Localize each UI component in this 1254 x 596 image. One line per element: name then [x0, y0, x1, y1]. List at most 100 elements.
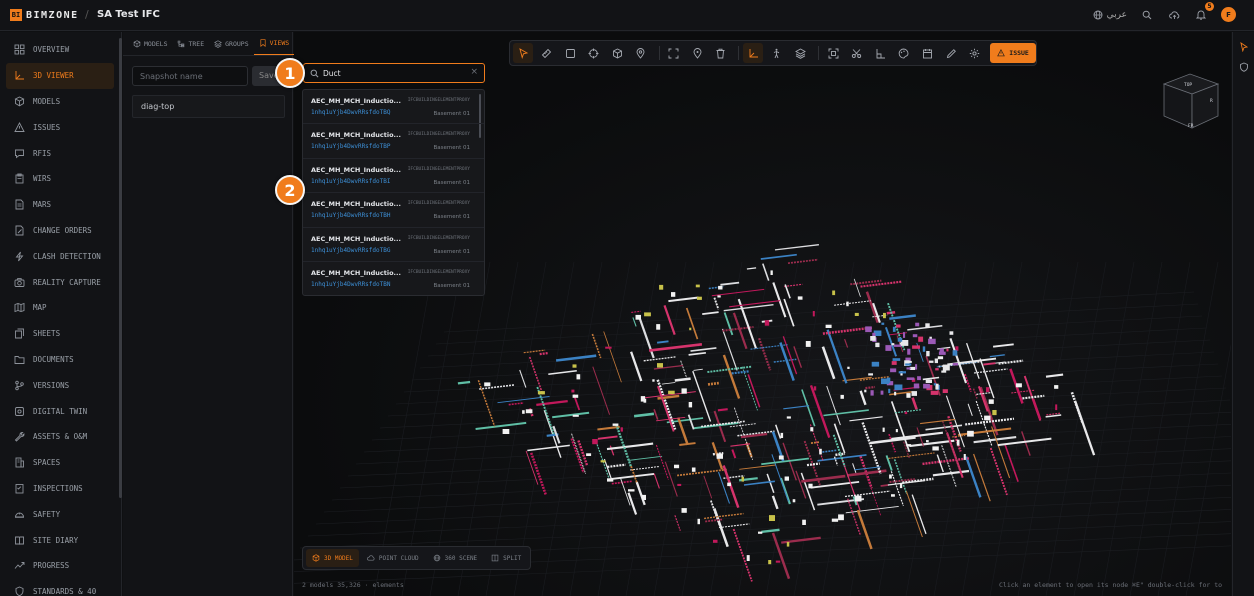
viewer-hint: Click an element to open its node ⌘E" do… — [999, 581, 1223, 589]
sidebar-scrollbar[interactable] — [119, 38, 122, 498]
search-icon[interactable] — [1140, 8, 1154, 22]
axis-tool-button[interactable] — [743, 43, 764, 63]
mode-split[interactable]: SPLIT — [485, 549, 527, 567]
sidebar-item-overview[interactable]: OVERVIEW — [6, 37, 114, 63]
viewcube-top-label[interactable]: TOP — [1184, 82, 1192, 88]
sidebar-item-label: CLASH DETECTION — [33, 251, 101, 261]
box-tool-button[interactable] — [560, 43, 580, 63]
trash-tool-button[interactable] — [711, 43, 731, 63]
clear-search-icon[interactable]: × — [470, 67, 478, 77]
location-icon — [693, 47, 702, 59]
sidebar-item-rfis[interactable]: RFIS — [6, 140, 114, 166]
search-result-item[interactable]: AEC_MH_MCH_Inductio... IFCBUILDINGELEMENT… — [303, 262, 484, 295]
search-result-item[interactable]: AEC_MH_MCH_Inductio... IFCBUILDINGELEMENT… — [303, 159, 484, 194]
walk-tool-button[interactable] — [767, 43, 787, 63]
sidebar-item-documents[interactable]: DOCUMENTS — [6, 347, 114, 373]
sidebar-item-reality-capture[interactable]: REALITY CAPTURE — [6, 269, 114, 295]
search-result-item[interactable]: AEC_MH_MCH_Inductio... IFCBUILDINGELEMENT… — [303, 193, 484, 228]
cloud-upload-icon[interactable] — [1167, 8, 1181, 22]
sidebar-item-site-diary[interactable]: SITE DIARY — [6, 527, 114, 553]
target-tool-button[interactable] — [584, 43, 604, 63]
sidebar-item-mars[interactable]: MARS — [6, 192, 114, 218]
search-result-item[interactable]: AEC_MH_MCH_Inductio... IFCBUILDINGELEMENT… — [303, 228, 484, 262]
sidebar-item-wirs[interactable]: WIRS — [6, 166, 114, 192]
search-result-item[interactable]: AEC_MH_MCH_Inductio... IFCBUILDINGELEMENT… — [303, 90, 484, 125]
cursor-icon[interactable] — [1237, 40, 1251, 54]
cube-tool-button[interactable] — [607, 43, 627, 63]
mode-label: 360 SCENE — [444, 554, 478, 562]
fullscreen-tool-button[interactable] — [823, 43, 843, 63]
bell-icon[interactable]: 5 — [1194, 1, 1214, 22]
building-icon — [15, 457, 24, 468]
element-search[interactable]: × — [303, 63, 485, 83]
avatar[interactable]: F — [1221, 7, 1236, 22]
sidebar-item-standards-and-40[interactable]: STANDARDS & 40 — [6, 579, 114, 596]
dimension-tool-button[interactable] — [870, 43, 890, 63]
create-issue-button[interactable]: ISSUE — [990, 43, 1036, 63]
sidebar-item-versions[interactable]: VERSIONS — [6, 372, 114, 398]
sidebar-item-safety[interactable]: SAFETY — [6, 501, 114, 527]
search-result-item[interactable]: AEC_MH_MCH_Inductio... IFCBUILDINGELEMENT… — [303, 124, 484, 159]
search-icon — [310, 69, 319, 78]
layers-icon — [214, 39, 223, 48]
tab-groups[interactable]: GROUPS — [209, 32, 253, 55]
right-rail — [1232, 32, 1254, 596]
sidebar-item-label: 3D VIEWER — [33, 71, 74, 81]
tab-models[interactable]: MODELS — [128, 32, 172, 55]
result-name: AEC_MH_MCH_Inductio... — [311, 165, 401, 174]
saved-view-item[interactable]: diag-top — [132, 95, 285, 118]
viewcube-right-label[interactable]: R — [1210, 98, 1213, 104]
view-cube[interactable]: TOP FR R — [1160, 70, 1224, 134]
sidebar-item-issues[interactable]: ISSUES — [6, 114, 114, 140]
calendar-tool-button[interactable] — [918, 43, 938, 63]
palette-tool-button[interactable] — [894, 43, 914, 63]
viewcube-front-label[interactable]: FR — [1188, 123, 1194, 129]
mode-3d-model[interactable]: 3D MODEL — [306, 549, 359, 567]
measure-tool-button[interactable] — [537, 43, 557, 63]
mode-point-cloud[interactable]: POINT CLOUD — [361, 549, 425, 567]
language-switch[interactable]: عربي — [1093, 10, 1127, 20]
gear-tool-button[interactable] — [965, 43, 985, 63]
sidebar-item-change-orders[interactable]: CHANGE ORDERS — [6, 218, 114, 244]
doc-icon — [15, 199, 24, 210]
project-name[interactable]: SA Test IFC — [97, 9, 160, 20]
branch-icon — [15, 380, 24, 390]
result-name: AEC_MH_MCH_Inductio... — [311, 268, 401, 277]
location-tool-button[interactable] — [687, 43, 707, 63]
sidebar-item-3d-viewer[interactable]: 3D VIEWER — [6, 62, 114, 89]
sidebar-item-label: ISSUES — [33, 122, 61, 132]
sidebar-item-label: CHANGE ORDERS — [33, 225, 92, 235]
sidebar-item-spaces[interactable]: SPACES — [6, 450, 114, 476]
pencil-tool-button[interactable] — [941, 43, 961, 63]
result-type: IFCBUILDINGELEMENTPROXY — [407, 132, 470, 138]
sidebar-item-sheets[interactable]: SHEETS — [6, 321, 114, 347]
shield-icon[interactable] — [1237, 60, 1251, 74]
split-icon — [491, 554, 499, 562]
calendar-icon — [923, 48, 932, 58]
3d-viewport[interactable]: ISSUE × AEC_MH_MCH_Inductio... IFCBUILDIN… — [294, 32, 1231, 596]
layers-tool-button[interactable] — [791, 43, 811, 63]
logo[interactable]: BI BIMZONE — [10, 9, 79, 21]
sidebar-item-clash-detection[interactable]: CLASH DETECTION — [6, 243, 114, 269]
sidebar-item-map[interactable]: MAP — [6, 295, 114, 321]
select-tool-button[interactable] — [513, 43, 533, 63]
tab-tree[interactable]: TREE — [172, 32, 209, 55]
box-icon — [565, 48, 575, 58]
tab-label: VIEWS — [269, 39, 290, 47]
scissors-tool-button[interactable] — [847, 43, 867, 63]
sidebar-item-digital-twin[interactable]: DIGITAL TWIN — [6, 398, 114, 424]
sidebar-item-models[interactable]: MODELS — [6, 89, 114, 115]
tab-views[interactable]: VIEWS — [253, 32, 295, 55]
sidebar-item-label: WIRS — [33, 174, 52, 184]
element-search-input[interactable] — [323, 67, 463, 80]
result-name: AEC_MH_MCH_Inductio... — [311, 97, 401, 105]
sidebar-item-progress[interactable]: PROGRESS — [6, 553, 114, 579]
sidebar-item-assets-and-oandm[interactable]: ASSETS & O&M — [6, 424, 114, 450]
bolt-icon — [15, 251, 24, 262]
pin-tool-button[interactable] — [631, 43, 651, 63]
layers-icon — [795, 47, 806, 59]
fit-tool-button[interactable] — [664, 43, 684, 63]
mode-360-scene[interactable]: 360 SCENE — [427, 549, 484, 567]
snapshot-name-input[interactable] — [132, 66, 248, 86]
sidebar-item-inspections[interactable]: INSPECTIONS — [6, 476, 114, 502]
